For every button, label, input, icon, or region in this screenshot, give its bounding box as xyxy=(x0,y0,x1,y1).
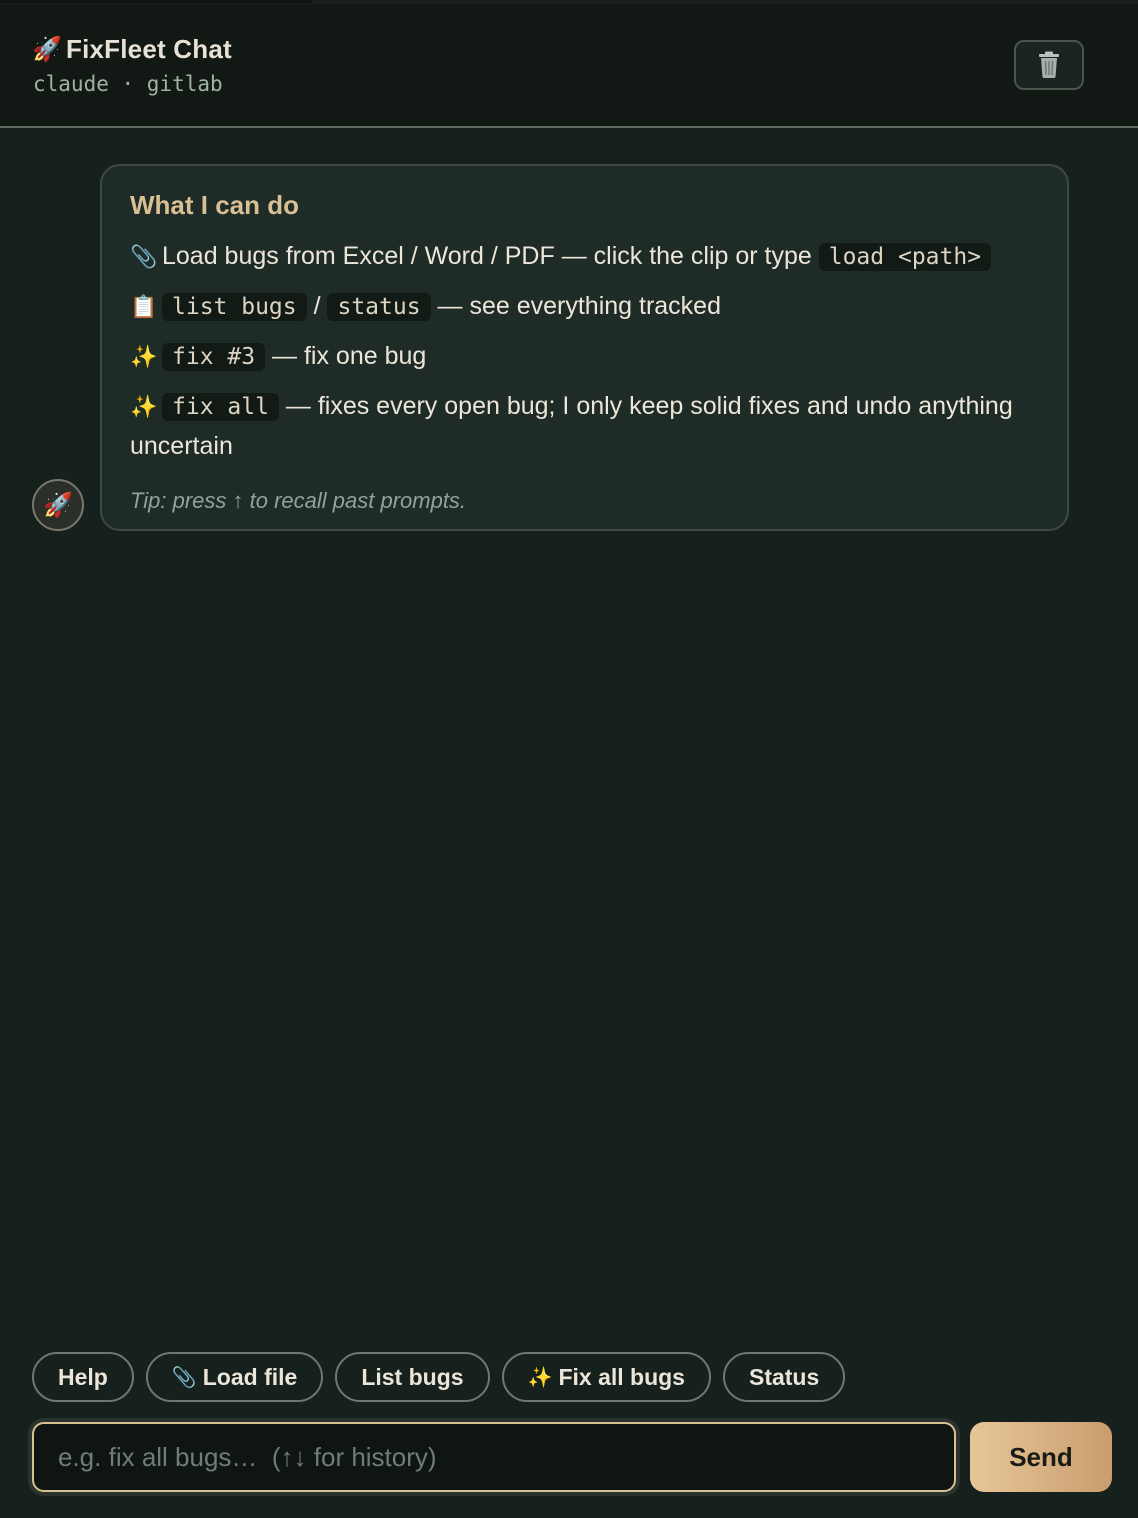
message-title: What I can do xyxy=(130,190,299,220)
status-chip[interactable]: Status xyxy=(722,1352,846,1402)
capability-text: — fix one bug xyxy=(265,342,427,370)
command-code: status xyxy=(327,293,431,321)
rocket-icon: 🚀 xyxy=(43,491,73,519)
quick-actions: Help 📎 Load file List bugs ✨ Fix all bugs … xyxy=(32,1352,846,1402)
chat-app: 🚀 FixFleet Chat claude · gitlab 🚀 What I… xyxy=(0,0,1138,1518)
help-chip[interactable]: Help xyxy=(32,1352,134,1402)
send-button[interactable]: Send xyxy=(970,1422,1112,1492)
sparkles-icon: ✨ xyxy=(130,394,158,419)
fix-all-bugs-chip[interactable]: ✨ Fix all bugs xyxy=(501,1352,711,1402)
capability-list: 📋 list bugs / status — see everything tra… xyxy=(130,287,1039,327)
command-code: load <path> xyxy=(818,243,992,271)
assistant-avatar: 🚀 xyxy=(32,479,84,531)
load-file-chip[interactable]: 📎 Load file xyxy=(145,1352,324,1402)
message-input[interactable] xyxy=(32,1422,956,1492)
capability-text: Load bugs from Excel / Word / PDF — clic… xyxy=(162,242,819,270)
chip-label: Status xyxy=(748,1363,820,1390)
list-bugs-chip[interactable]: List bugs xyxy=(335,1352,490,1402)
chip-label: Load file xyxy=(202,1363,298,1390)
clear-chat-button[interactable] xyxy=(1014,40,1084,90)
app-title: FixFleet Chat xyxy=(66,34,232,64)
clipboard-icon: 📋 xyxy=(130,294,158,319)
capability-text: — see everything tracked xyxy=(430,292,721,320)
capability-fix-all: ✨ fix all — fixes every open bug; I only … xyxy=(130,387,1039,466)
title-row: 🚀 FixFleet Chat xyxy=(32,34,232,65)
paperclip-icon: 📎 xyxy=(130,244,158,269)
command-code: fix all xyxy=(162,393,279,421)
assistant-message: What I can do 📎 Load bugs from Excel / Wo… xyxy=(100,164,1069,531)
command-code: list bugs xyxy=(162,293,307,321)
app-subtitle: claude · gitlab xyxy=(33,72,223,96)
trash-icon xyxy=(1039,51,1059,78)
chip-label: List bugs xyxy=(361,1363,464,1390)
chip-label: Help xyxy=(58,1363,108,1390)
composer xyxy=(28,1418,960,1496)
sparkles-icon: ✨ xyxy=(130,344,158,369)
top-strip-segment xyxy=(0,0,312,3)
sparkles-icon: ✨ xyxy=(527,1366,553,1389)
rocket-icon: 🚀 xyxy=(32,35,62,63)
command-code: fix #3 xyxy=(162,343,266,371)
capability-load: 📎 Load bugs from Excel / Word / PDF — cli… xyxy=(130,237,1039,277)
separator-text: / xyxy=(306,292,328,320)
tip-text: Tip: press ↑ to recall past prompts. xyxy=(130,488,467,513)
chip-label: Fix all bugs xyxy=(558,1363,685,1390)
chat-header: 🚀 FixFleet Chat claude · gitlab xyxy=(0,4,1138,128)
paperclip-icon: 📎 xyxy=(171,1366,197,1389)
capability-fix-one: ✨ fix #3 — fix one bug xyxy=(130,337,1039,377)
